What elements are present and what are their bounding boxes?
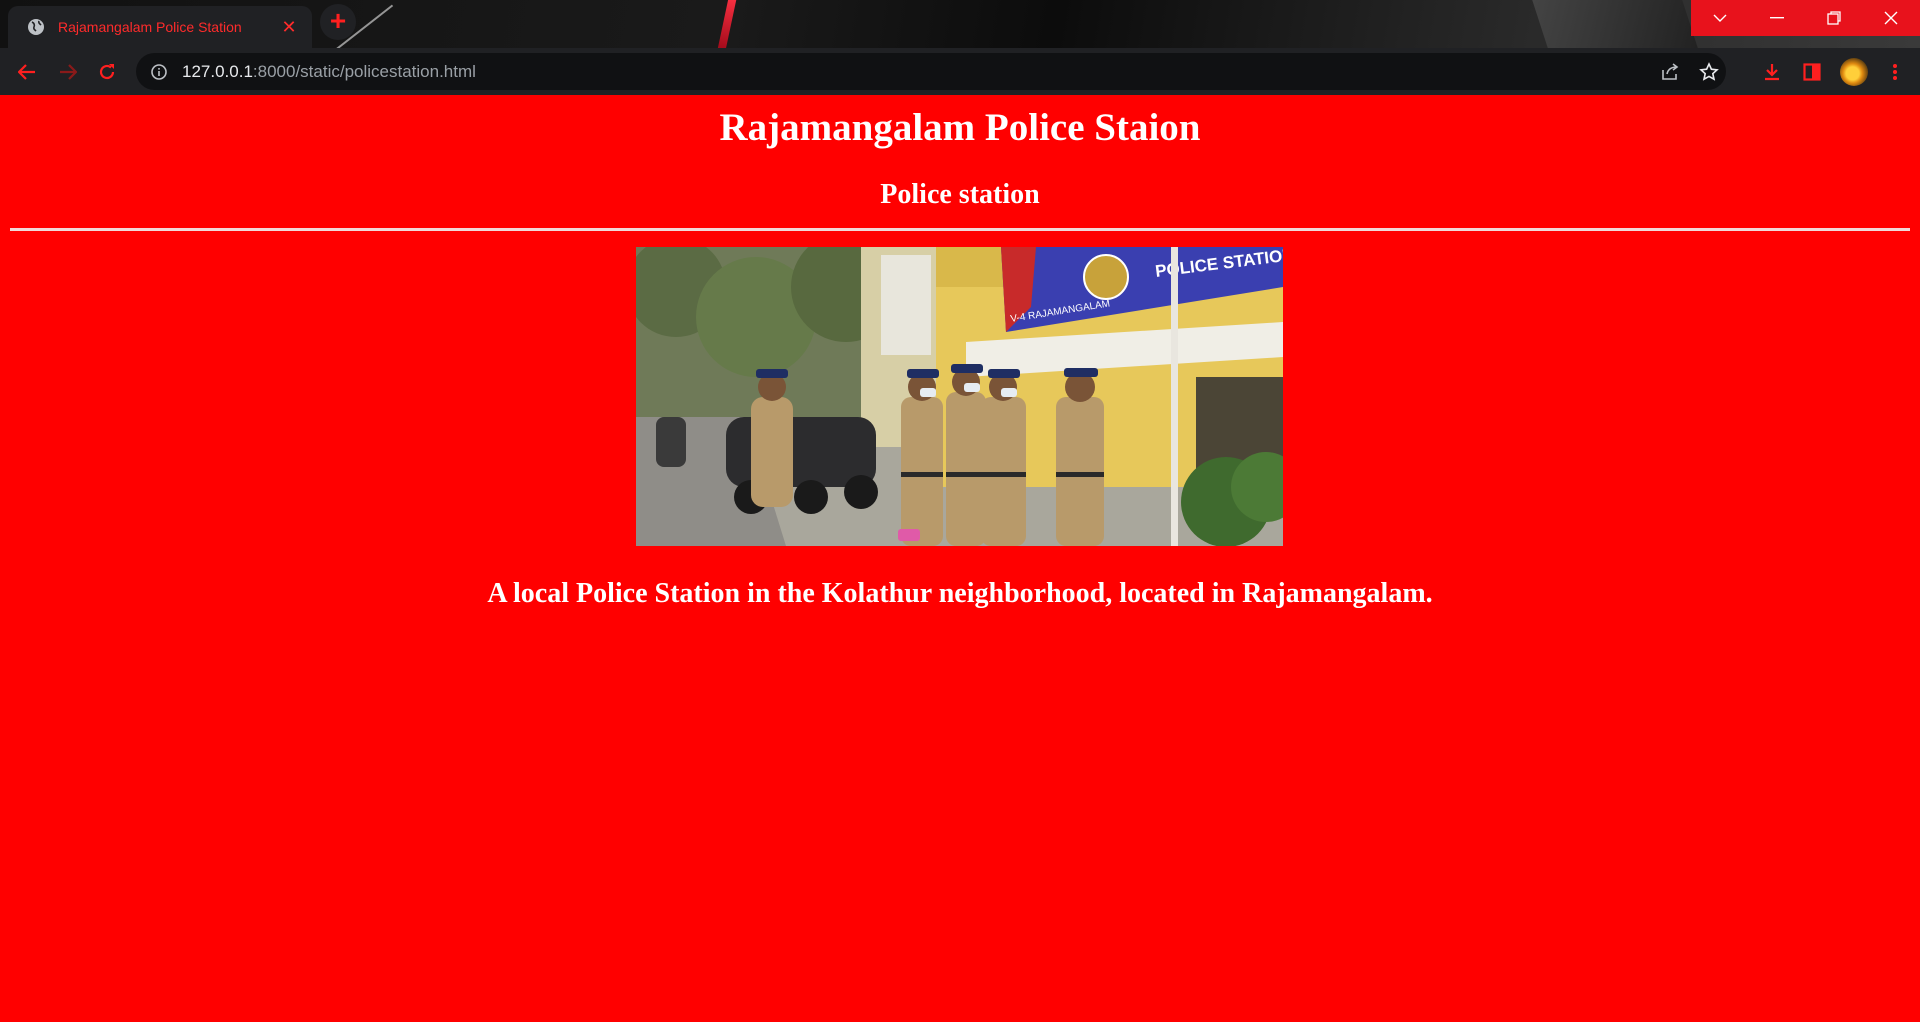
page-subtitle: Police station (880, 179, 1040, 210)
address-bar[interactable]: 127.0.0.1:8000/static/policestation.html (136, 53, 1726, 90)
download-icon[interactable] (1757, 57, 1787, 87)
url-path: :8000/static/policestation.html (252, 61, 476, 81)
divider (10, 228, 1910, 231)
browser-tab[interactable]: Rajamangalam Police Station ✕ (8, 6, 312, 48)
close-icon[interactable]: ✕ (278, 16, 300, 38)
plus-icon[interactable]: + (320, 4, 356, 40)
bookmark-star-icon[interactable] (1699, 53, 1719, 90)
chevron-down-icon[interactable] (1691, 0, 1748, 36)
avatar[interactable] (1839, 57, 1869, 87)
side-panel-icon[interactable] (1797, 57, 1827, 87)
wallpaper-shape (1532, 0, 1698, 48)
browser-toolbar: 127.0.0.1:8000/static/policestation.html (0, 48, 1920, 95)
wallpaper-streak-red (714, 0, 738, 48)
url-text[interactable]: 127.0.0.1:8000/static/policestation.html (182, 62, 476, 82)
title-bar: Rajamangalam Police Station ✕ + (0, 0, 1920, 48)
web-page: Rajamangalam Police Staion Police statio… (0, 95, 1920, 1022)
restore-icon[interactable] (1805, 0, 1862, 36)
page-title: Rajamangalam Police Staion (719, 106, 1201, 149)
tab-title: Rajamangalam Police Station (58, 19, 242, 35)
url-host: 127.0.0.1 (182, 61, 253, 81)
forward-icon[interactable] (53, 57, 83, 87)
menu-dots-icon[interactable] (1880, 57, 1910, 87)
info-icon[interactable] (150, 63, 168, 81)
page-description: A local Police Station in the Kolathur n… (487, 578, 1433, 609)
share-icon[interactable] (1660, 53, 1680, 90)
profile-avatar (1840, 58, 1868, 86)
globe-icon (28, 19, 44, 35)
reload-icon[interactable] (92, 57, 122, 87)
minimize-icon[interactable] (1748, 0, 1805, 36)
back-icon[interactable] (12, 57, 42, 87)
police-station-photo: POLICE STATION V-4 RAJAMANGALAM (636, 247, 1283, 546)
police-station-photo-drawing: POLICE STATION V-4 RAJAMANGALAM (636, 247, 1283, 546)
close-icon[interactable] (1862, 0, 1920, 36)
